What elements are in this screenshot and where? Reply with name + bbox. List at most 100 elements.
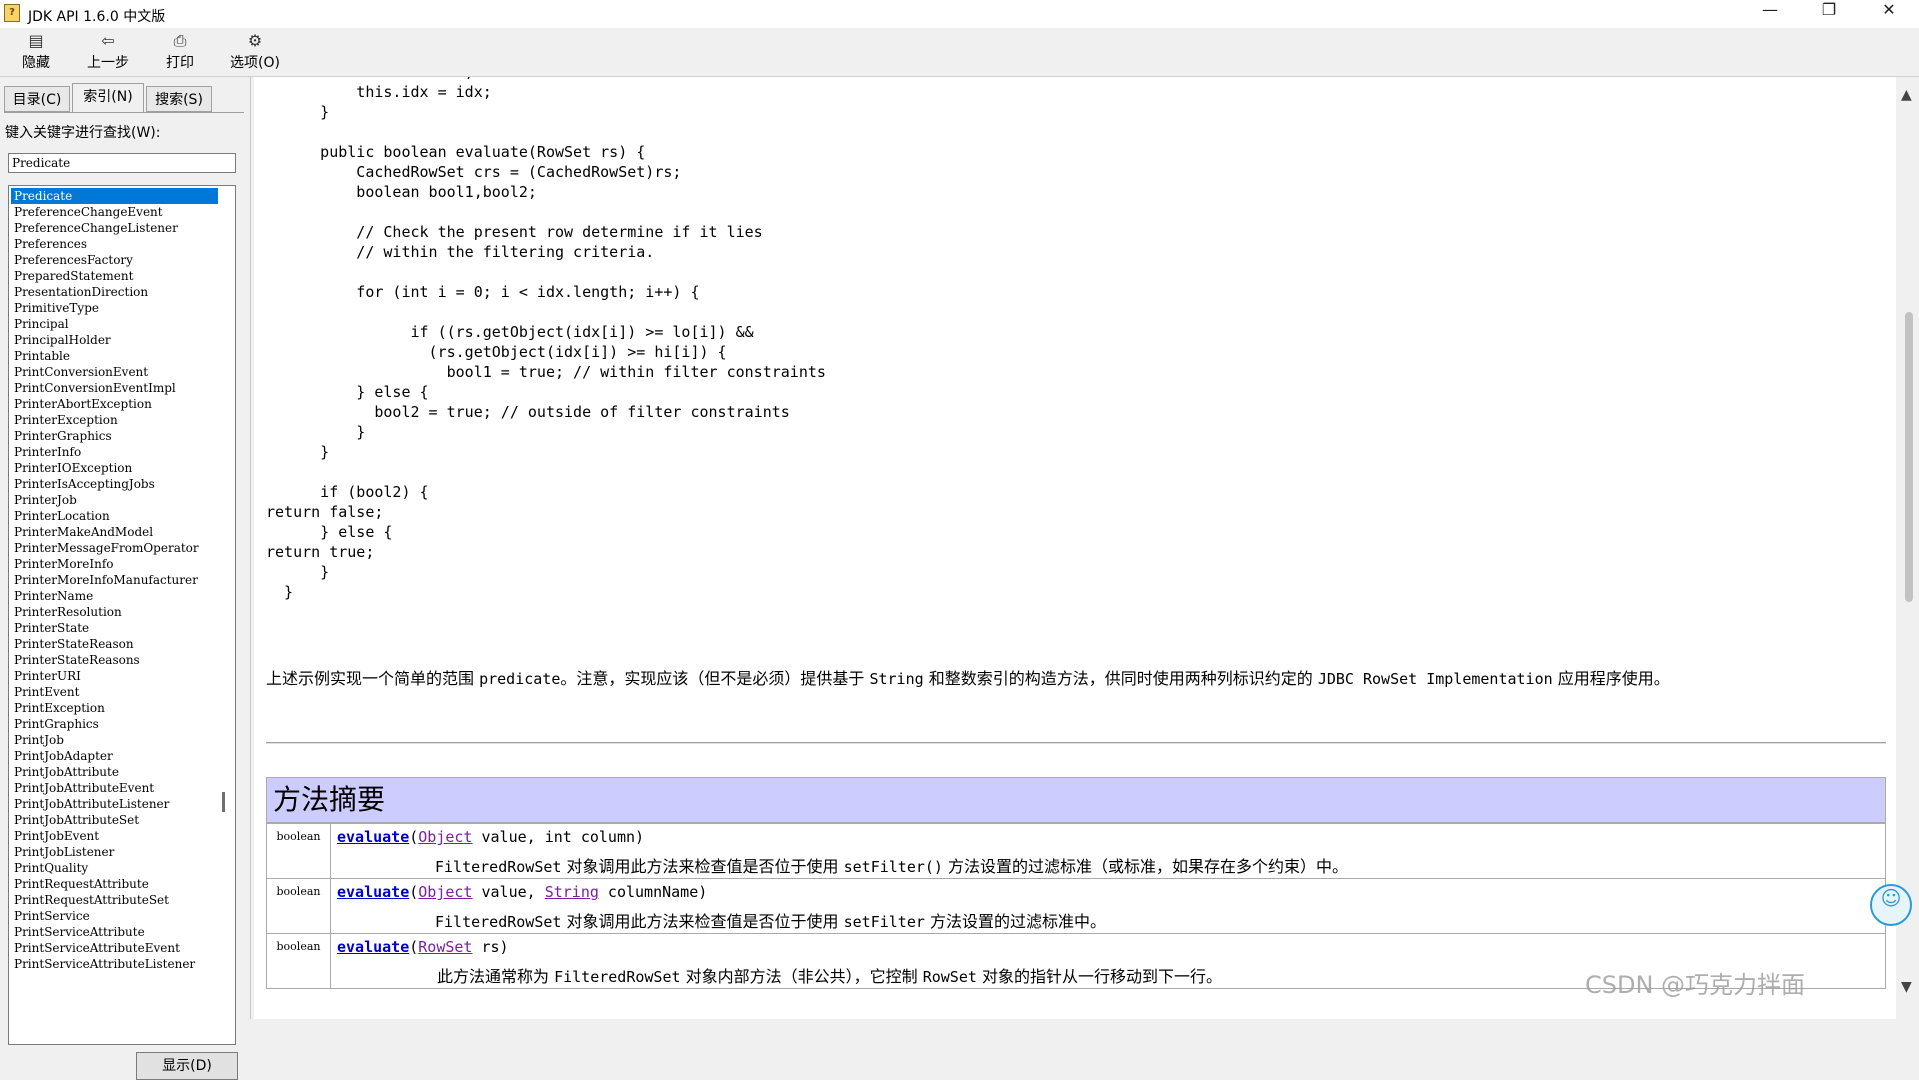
document-content: this.hi = hi; this.idx = idx; } public b… <box>254 77 1896 1019</box>
index-list-item[interactable]: PrimitiveType <box>11 300 218 316</box>
method-row: boolean evaluate(Object value, String co… <box>267 878 1885 933</box>
return-type: boolean <box>267 934 331 988</box>
desc-code-2: setFilter <box>843 913 925 931</box>
index-list-item[interactable]: PrinterState <box>11 620 218 636</box>
index-list-scroll-thumb[interactable] <box>222 792 225 812</box>
index-list-item[interactable]: PrinterAbortException <box>11 396 218 412</box>
index-list-item[interactable]: PrinterStateReasons <box>11 652 218 668</box>
index-list-item[interactable]: PrintJobAttribute <box>11 764 218 780</box>
type-link-object[interactable]: Object <box>418 883 472 901</box>
index-list-item[interactable]: Printable <box>11 348 218 364</box>
index-list-item[interactable]: PrintServiceAttribute <box>11 924 218 940</box>
options-button-label: 选项(O) <box>230 55 280 71</box>
index-list-item[interactable]: PrinterMessageFromOperator <box>11 540 218 556</box>
method-link-evaluate[interactable]: evaluate <box>337 883 409 901</box>
index-list-item[interactable]: PreferenceChangeListener <box>11 220 218 236</box>
index-list-item[interactable]: Principal <box>11 316 218 332</box>
index-list-item[interactable]: PrinterMoreInfo <box>11 556 218 572</box>
index-list-item[interactable]: Preferences <box>11 236 218 252</box>
type-link-object[interactable]: Object <box>418 828 472 846</box>
hide-button[interactable]: ▤ 隐藏 <box>4 30 68 74</box>
sig-params: rs) <box>472 938 509 956</box>
back-button[interactable]: ⇦ 上一步 <box>76 30 140 74</box>
index-list-item[interactable]: PrinterIsAcceptingJobs <box>11 476 218 492</box>
index-list-item[interactable]: PresentationDirection <box>11 284 218 300</box>
tab-contents[interactable]: 目录(C) <box>4 86 70 112</box>
minimize-button[interactable]: — <box>1747 0 1793 28</box>
method-signature: evaluate(Object value, int column) <box>337 828 644 846</box>
scroll-down-arrow-icon[interactable]: ▼ <box>1901 979 1912 995</box>
index-list-item[interactable]: PrinterStateReason <box>11 636 218 652</box>
code-example: this.hi = hi; this.idx = idx; } public b… <box>266 77 826 601</box>
index-list-item[interactable]: PrintJobAttributeListener <box>11 796 218 812</box>
print-button-label: 打印 <box>166 55 194 71</box>
index-list-item[interactable]: PrinterMakeAndModel <box>11 524 218 540</box>
index-list-item[interactable]: PrintRequestAttributeSet <box>11 892 218 908</box>
index-list-item[interactable]: PrinterJob <box>11 492 218 508</box>
index-list-item[interactable]: PrintConversionEventImpl <box>11 380 218 396</box>
desc-code: FilteredRowSet <box>435 858 562 876</box>
return-type: boolean <box>267 824 331 878</box>
back-arrow-icon: ⇦ <box>101 31 115 50</box>
window-title: JDK API 1.6.0 中文版 <box>28 9 166 25</box>
index-list-item[interactable]: PrintServiceAttributeListener <box>11 956 218 972</box>
index-list-item[interactable]: Predicate <box>11 188 218 204</box>
type-link-rowset[interactable]: RowSet <box>418 938 472 956</box>
sig-paren: ( <box>409 938 419 956</box>
index-list-item[interactable]: PrintRequestAttribute <box>11 876 218 892</box>
index-list-item[interactable]: PrinterName <box>11 588 218 604</box>
index-list-item[interactable]: PrintJobListener <box>11 844 218 860</box>
index-list-item[interactable]: PrinterGraphics <box>11 428 218 444</box>
desc-text-2: 对象的指针从一行移动到下一行。 <box>976 967 1222 986</box>
index-list-item[interactable]: PreferencesFactory <box>11 252 218 268</box>
index-list-item[interactable]: PrintServiceAttributeEvent <box>11 940 218 956</box>
scroll-up-arrow-icon[interactable]: ▲ <box>1901 87 1912 103</box>
index-list[interactable]: Predicate PreferenceChangeEvent Preference… <box>8 185 236 1045</box>
index-list-item[interactable]: PreferenceChangeEvent <box>11 204 218 220</box>
content-scrollbar[interactable]: ▲ ▼ <box>1897 77 1919 1019</box>
close-button[interactable]: ✕ <box>1866 0 1912 28</box>
index-list-item[interactable]: PrinterException <box>11 412 218 428</box>
keyword-search-input[interactable]: Predicate <box>8 153 236 173</box>
index-list-item[interactable]: PrintJobAdapter <box>11 748 218 764</box>
desc-code-2: setFilter() <box>843 858 943 876</box>
index-list-item[interactable]: PrintEvent <box>11 684 218 700</box>
content-scroll-thumb[interactable] <box>1905 312 1913 602</box>
index-list-item[interactable]: PrincipalHolder <box>11 332 218 348</box>
index-list-item[interactable]: PrinterResolution <box>11 604 218 620</box>
index-list-item[interactable]: PrinterLocation <box>11 508 218 524</box>
desc-code-2: RowSet <box>922 968 977 986</box>
index-list-item[interactable]: PrinterURI <box>11 668 218 684</box>
method-summary-title: 方法摘要 <box>267 778 1885 823</box>
index-list-item[interactable]: PrintJob <box>11 732 218 748</box>
index-list-item[interactable]: PreparedStatement <box>11 268 218 284</box>
index-list-item[interactable]: PrintQuality <box>11 860 218 876</box>
index-list-item[interactable]: PrintConversionEvent <box>11 364 218 380</box>
tab-index[interactable]: 索引(N) <box>72 83 144 113</box>
options-button[interactable]: ⚙ 选项(O) <box>220 30 290 74</box>
method-link-evaluate[interactable]: evaluate <box>337 938 409 956</box>
index-list-item[interactable]: PrintJobEvent <box>11 828 218 844</box>
index-list-item[interactable]: PrinterIOException <box>11 460 218 476</box>
index-list-scrollbar[interactable] <box>215 186 233 1044</box>
index-list-item[interactable]: PrintService <box>11 908 218 924</box>
help-app-icon: ? <box>4 4 20 22</box>
index-list-item[interactable]: PrintJobAttributeEvent <box>11 780 218 796</box>
index-list-item[interactable]: PrintJobAttributeSet <box>11 812 218 828</box>
printer-icon: ⎙ <box>173 31 187 50</box>
desc-text-2: 方法设置的过滤标准（或标准，如果存在多个约束）中。 <box>942 857 1349 876</box>
index-list-item[interactable]: PrintException <box>11 700 218 716</box>
tab-search[interactable]: 搜索(S) <box>146 86 212 112</box>
method-link-evaluate[interactable]: evaluate <box>337 828 409 846</box>
restore-button[interactable]: ❐ <box>1806 0 1852 28</box>
index-list-item[interactable]: PrintGraphics <box>11 716 218 732</box>
print-button[interactable]: ⎙ 打印 <box>148 30 212 74</box>
index-list-item[interactable]: PrinterInfo <box>11 444 218 460</box>
hide-pane-icon: ▤ <box>28 31 44 50</box>
chat-assistant-icon[interactable]: ☺ <box>1870 884 1912 926</box>
index-list-item[interactable]: PrinterMoreInfoManufacturer <box>11 572 218 588</box>
sig-paren: ( <box>409 883 419 901</box>
method-row: boolean evaluate(Object value, int colum… <box>267 823 1885 878</box>
type-link-string[interactable]: String <box>545 883 599 901</box>
display-button[interactable]: 显示(D) <box>136 1052 238 1080</box>
